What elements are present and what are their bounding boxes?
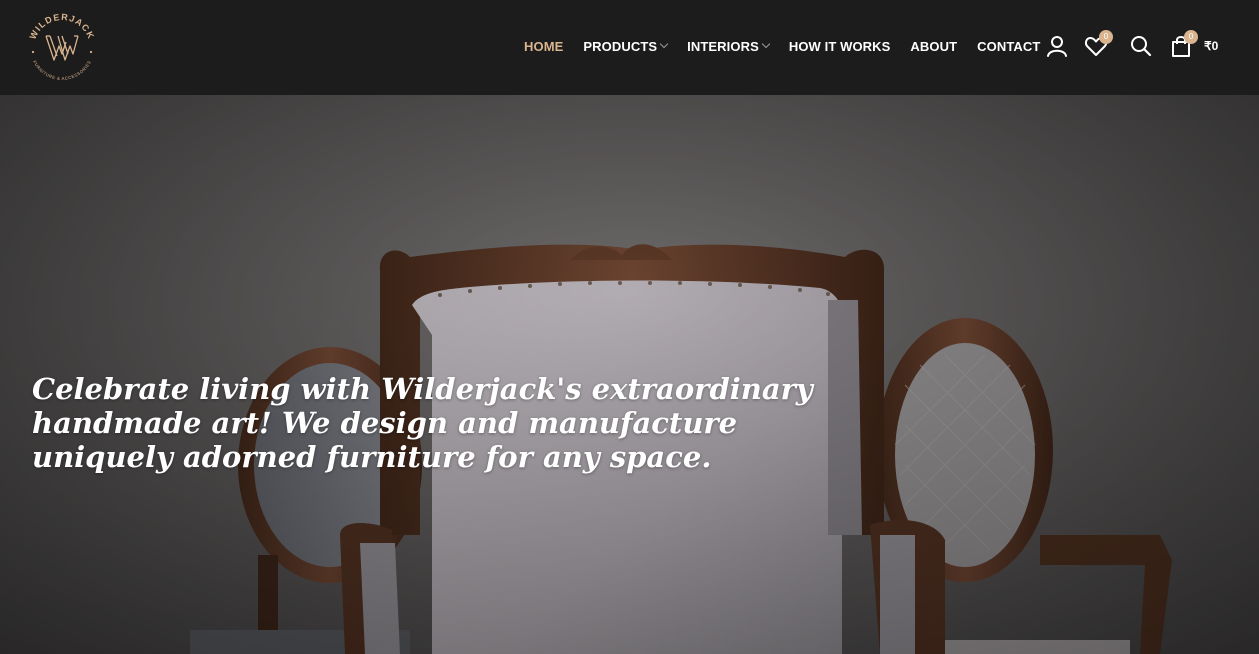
brand-logo[interactable]: WILDERJACK FURNITURE & ACCESSORIES [24,10,100,86]
cart-total[interactable]: ₹0 [1204,39,1218,53]
cart-count-badge: 0 [1184,30,1198,44]
hero-headline: Celebrate living with Wilderjack's extra… [32,372,832,474]
nav-about[interactable]: ABOUT [910,39,957,54]
nav-interiors-label: INTERIORS [687,38,759,54]
nav-home[interactable]: HOME [524,39,563,54]
nav-contact-label: CONTACT [977,38,1041,54]
site-header: WILDERJACK FURNITURE & ACCESSORIES HOME … [0,0,1259,95]
chevron-down-icon [761,39,771,49]
hero-headline-line-1: Celebrate living with Wilderjack's extra… [32,372,813,406]
nav-interiors[interactable]: INTERIORS [687,38,771,54]
cart-button[interactable]: 0 [1168,30,1198,59]
search-icon [1131,36,1152,57]
nav-products-label: PRODUCTS [583,38,658,54]
chevron-down-icon [659,39,669,49]
nav-how-it-works[interactable]: HOW IT WORKS [789,39,891,54]
hero-headline-line-3: uniquely adorned furniture for any space… [32,440,712,474]
svg-text:FURNITURE & ACCESSORIES: FURNITURE & ACCESSORIES [32,60,92,81]
nav-about-label: ABOUT [910,38,958,54]
nav-home-label: HOME [524,38,564,54]
account-button[interactable] [1044,33,1070,59]
nav-how-it-works-label: HOW IT WORKS [788,38,891,54]
nav-contact[interactable]: CONTACT [977,39,1040,54]
nav-products[interactable]: PRODUCTS [583,38,669,54]
user-icon [1047,36,1067,57]
search-button[interactable] [1128,33,1154,59]
hero-headline-line-2: handmade art! We design and manufacture [32,406,738,440]
main-nav: HOME PRODUCTS INTERIORS HOW IT WORKS ABO… [524,38,1060,54]
wishlist-count-badge: 0 [1099,30,1113,44]
wishlist-button[interactable]: 0 [1083,30,1113,59]
hero-banner: Celebrate living with Wilderjack's extra… [0,95,1259,654]
